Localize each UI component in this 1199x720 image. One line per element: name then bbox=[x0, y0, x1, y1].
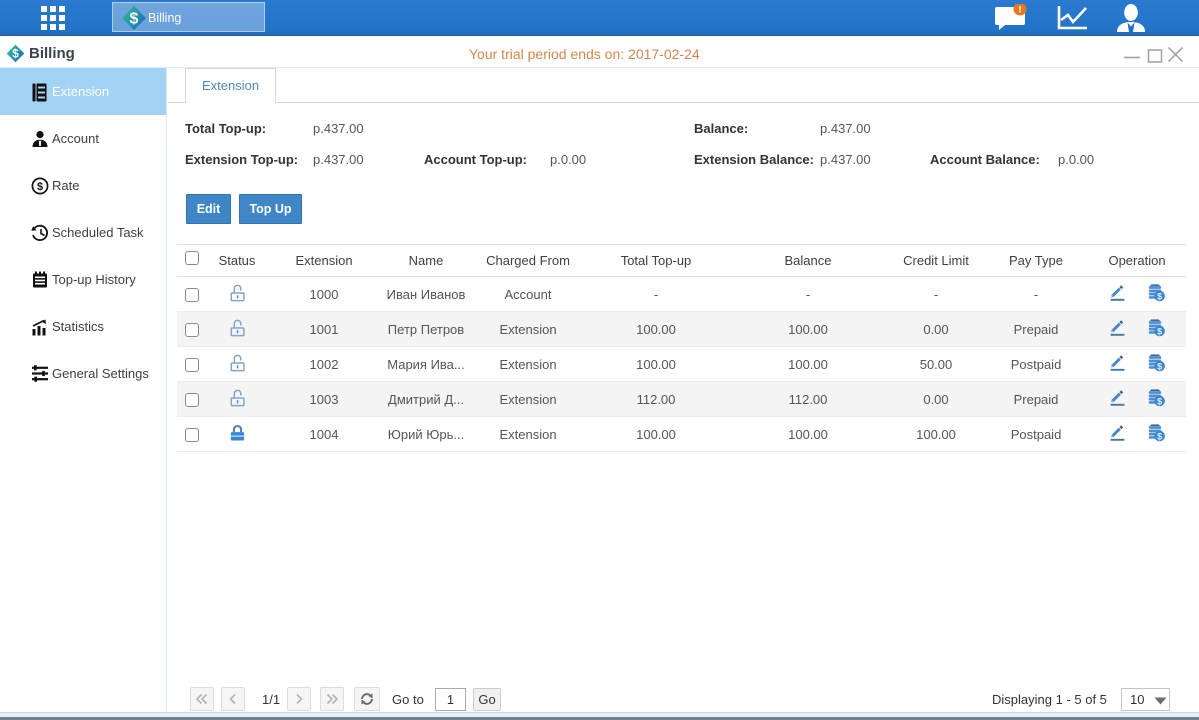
svg-text:$: $ bbox=[37, 181, 43, 193]
svg-text:$: $ bbox=[1157, 361, 1162, 371]
svg-text:$: $ bbox=[12, 48, 19, 61]
svg-text:$: $ bbox=[130, 11, 139, 28]
svg-text:$: $ bbox=[1157, 396, 1162, 406]
svg-text:!: ! bbox=[1019, 5, 1022, 15]
svg-text:$: $ bbox=[1157, 431, 1162, 441]
svg-text:$: $ bbox=[1157, 291, 1162, 301]
svg-text:$: $ bbox=[1157, 326, 1162, 336]
